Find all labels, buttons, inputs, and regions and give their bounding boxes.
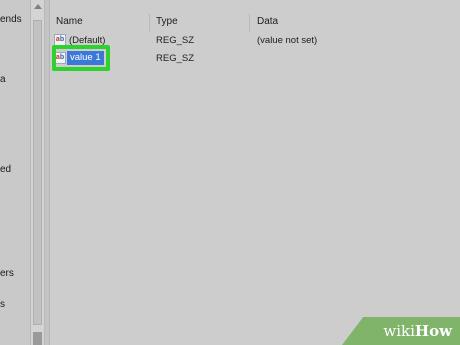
values-list-pane[interactable]: Name Type Data ab (Default) REG_SZ (valu… bbox=[49, 0, 460, 345]
scroll-thumb[interactable] bbox=[33, 20, 42, 325]
value-type: REG_SZ bbox=[156, 35, 195, 46]
tree-item[interactable]: ers bbox=[0, 268, 14, 279]
list-header: Name Type Data bbox=[50, 12, 460, 32]
list-row-default[interactable]: ab (Default) REG_SZ (value not set) bbox=[50, 32, 460, 50]
scroll-thumb-edge bbox=[33, 332, 42, 345]
column-header-name[interactable]: Name bbox=[56, 16, 83, 27]
column-header-type[interactable]: Type bbox=[156, 16, 178, 27]
tree-item[interactable]: s bbox=[0, 299, 5, 310]
value-type: REG_SZ bbox=[156, 53, 195, 64]
tree-scrollbar[interactable] bbox=[30, 0, 45, 345]
registry-editor-window: ends a ed ers s Name Type Data ab (Defau… bbox=[0, 0, 460, 345]
tutorial-highlight-box bbox=[52, 45, 110, 71]
watermark-suffix: How bbox=[414, 322, 452, 340]
tree-item[interactable]: ends bbox=[0, 14, 22, 25]
tree-item[interactable]: a bbox=[0, 74, 6, 85]
column-divider[interactable] bbox=[149, 14, 150, 32]
watermark-prefix: wiki bbox=[383, 322, 415, 340]
value-data: (value not set) bbox=[257, 35, 318, 46]
key-tree-pane[interactable]: ends a ed ers s bbox=[0, 0, 30, 345]
column-divider[interactable] bbox=[249, 14, 250, 32]
column-header-data[interactable]: Data bbox=[257, 16, 278, 27]
scroll-up-arrow-icon[interactable] bbox=[34, 4, 42, 9]
tree-item[interactable]: ed bbox=[0, 164, 11, 175]
list-row-value-1[interactable]: ab value 1 REG_SZ bbox=[50, 50, 460, 68]
